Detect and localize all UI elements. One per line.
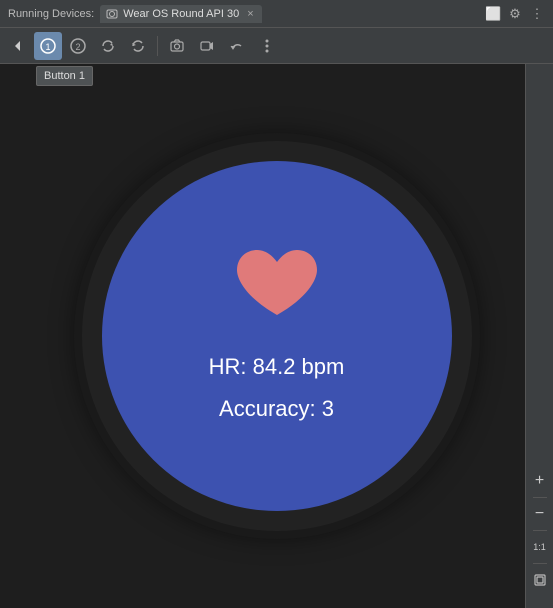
video-button[interactable] — [193, 32, 221, 60]
tab-close-button[interactable]: × — [247, 8, 253, 20]
svg-text:1: 1 — [45, 42, 50, 52]
toolbar: 1 2 — [0, 28, 553, 64]
fit-button[interactable] — [528, 568, 552, 592]
right-sep-3 — [533, 563, 547, 564]
zoom-reset-button[interactable]: 1:1 — [528, 535, 552, 559]
right-sep-1 — [533, 497, 547, 498]
top-bar: Running Devices: Wear OS Round API 30 × … — [0, 0, 553, 28]
camera-button[interactable] — [163, 32, 191, 60]
back-button[interactable] — [4, 32, 32, 60]
zoom-in-button[interactable]: + — [528, 469, 552, 493]
hr-reading: HR: 84.2 bpm — [209, 354, 345, 380]
button1[interactable]: 1 — [34, 32, 62, 60]
watch-bezel: HR: 84.2 bpm Accuracy: 3 — [82, 141, 472, 531]
device-tab[interactable]: Wear OS Round API 30 × — [100, 5, 261, 23]
settings-icon[interactable]: ⚙ — [507, 6, 523, 22]
right-sep-2 — [533, 530, 547, 531]
toolbar-sep-1 — [157, 36, 158, 56]
topbar-right-controls: ⬜ ⚙ ⋮ — [485, 6, 545, 22]
zoom-out-button[interactable]: − — [528, 502, 552, 526]
maximize-icon[interactable]: ⬜ — [485, 6, 501, 22]
refresh-button[interactable] — [124, 32, 152, 60]
heart-icon — [237, 250, 317, 334]
button2[interactable]: 2 — [64, 32, 92, 60]
accuracy-reading: Accuracy: 3 — [219, 396, 334, 422]
overflow-icon[interactable]: ⋮ — [529, 6, 545, 22]
watch-screen: HR: 84.2 bpm Accuracy: 3 — [102, 161, 452, 511]
running-devices-label: Running Devices: — [8, 8, 94, 20]
main-content: HR: 84.2 bpm Accuracy: 3 + − 1:1 — [0, 64, 553, 608]
device-icon — [106, 8, 118, 20]
svg-text:2: 2 — [75, 42, 80, 52]
more-options-button[interactable] — [253, 32, 281, 60]
undo-button[interactable] — [223, 32, 251, 60]
rotate-button[interactable] — [94, 32, 122, 60]
device-tab-label: Wear OS Round API 30 — [123, 8, 239, 20]
right-controls: + − 1:1 — [525, 64, 553, 608]
